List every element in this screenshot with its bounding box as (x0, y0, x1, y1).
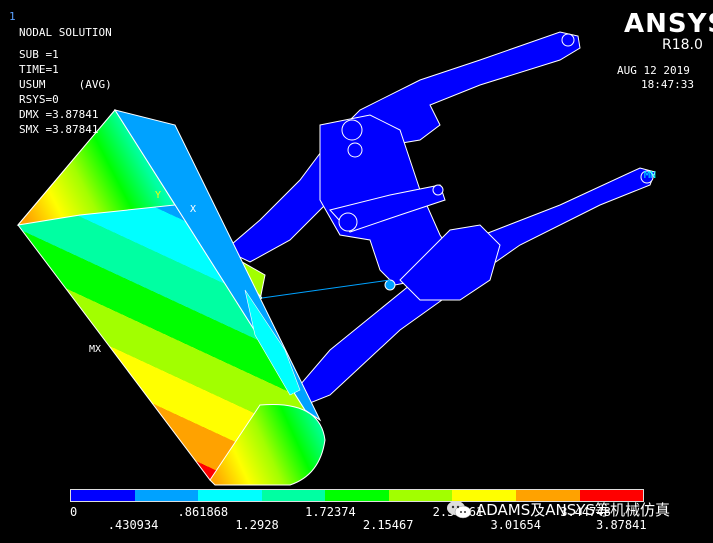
wechat-icon (447, 501, 472, 519)
time-label: 18:47:33 (641, 78, 694, 91)
date-label: AUG 12 2019 (617, 64, 690, 77)
pin-hole (384, 279, 396, 291)
info-line-dmx: DMX =3.87841 (19, 108, 99, 121)
legend-tick-label: 1.72374 (305, 505, 356, 519)
pin-hole (341, 119, 363, 141)
legend-color-cell (388, 490, 453, 501)
pin-hole (432, 184, 444, 196)
triad-y-label: Y (155, 190, 162, 201)
legend-tick-label: .861868 (177, 505, 229, 519)
info-line-sub: SUB =1 (19, 48, 59, 61)
legend-color-cell (71, 490, 135, 501)
legend-tick-label: 1.2928 (235, 518, 279, 532)
info-line-time: TIME=1 (19, 63, 59, 76)
legend-color-cell (261, 490, 326, 501)
link-line (261, 279, 391, 299)
pin-hole (347, 142, 363, 158)
info-line-smx: SMX =3.87841 (19, 123, 99, 136)
pin-hole (561, 33, 575, 47)
legend-tick-label: 0 (70, 505, 78, 519)
legend-tick-label: 3.01654 (490, 518, 542, 532)
min-marker: MN (644, 170, 657, 181)
ansys-logo: ANSYS (624, 9, 713, 39)
legend-tick-label: .430934 (107, 518, 159, 532)
watermark-text: ADAMS及ANSYS等机械仿真 (476, 501, 670, 519)
graphics-viewport[interactable]: 1 NODAL SOLUTION SUB =1 TIME=1 USUM (AVG… (0, 0, 713, 543)
info-line-rsys: RSYS=0 (19, 93, 59, 106)
legend-color-cell (325, 490, 389, 501)
triad-x-label: X (190, 204, 197, 215)
window-number: 1 (9, 10, 16, 23)
legend-color-cell (134, 490, 199, 501)
version-label: R18.0 (662, 37, 703, 53)
watermark: ADAMS及ANSYS等机械仿真 (446, 500, 670, 520)
legend-tick-label: 2.15467 (362, 518, 414, 532)
max-marker: MX (89, 344, 102, 355)
legend-tick-label: 3.87841 (596, 518, 647, 532)
pin-hole (338, 212, 358, 232)
info-line-usum: USUM (AVG) (19, 78, 112, 91)
legend-color-cell (198, 490, 262, 501)
solution-title: NODAL SOLUTION (19, 26, 112, 39)
